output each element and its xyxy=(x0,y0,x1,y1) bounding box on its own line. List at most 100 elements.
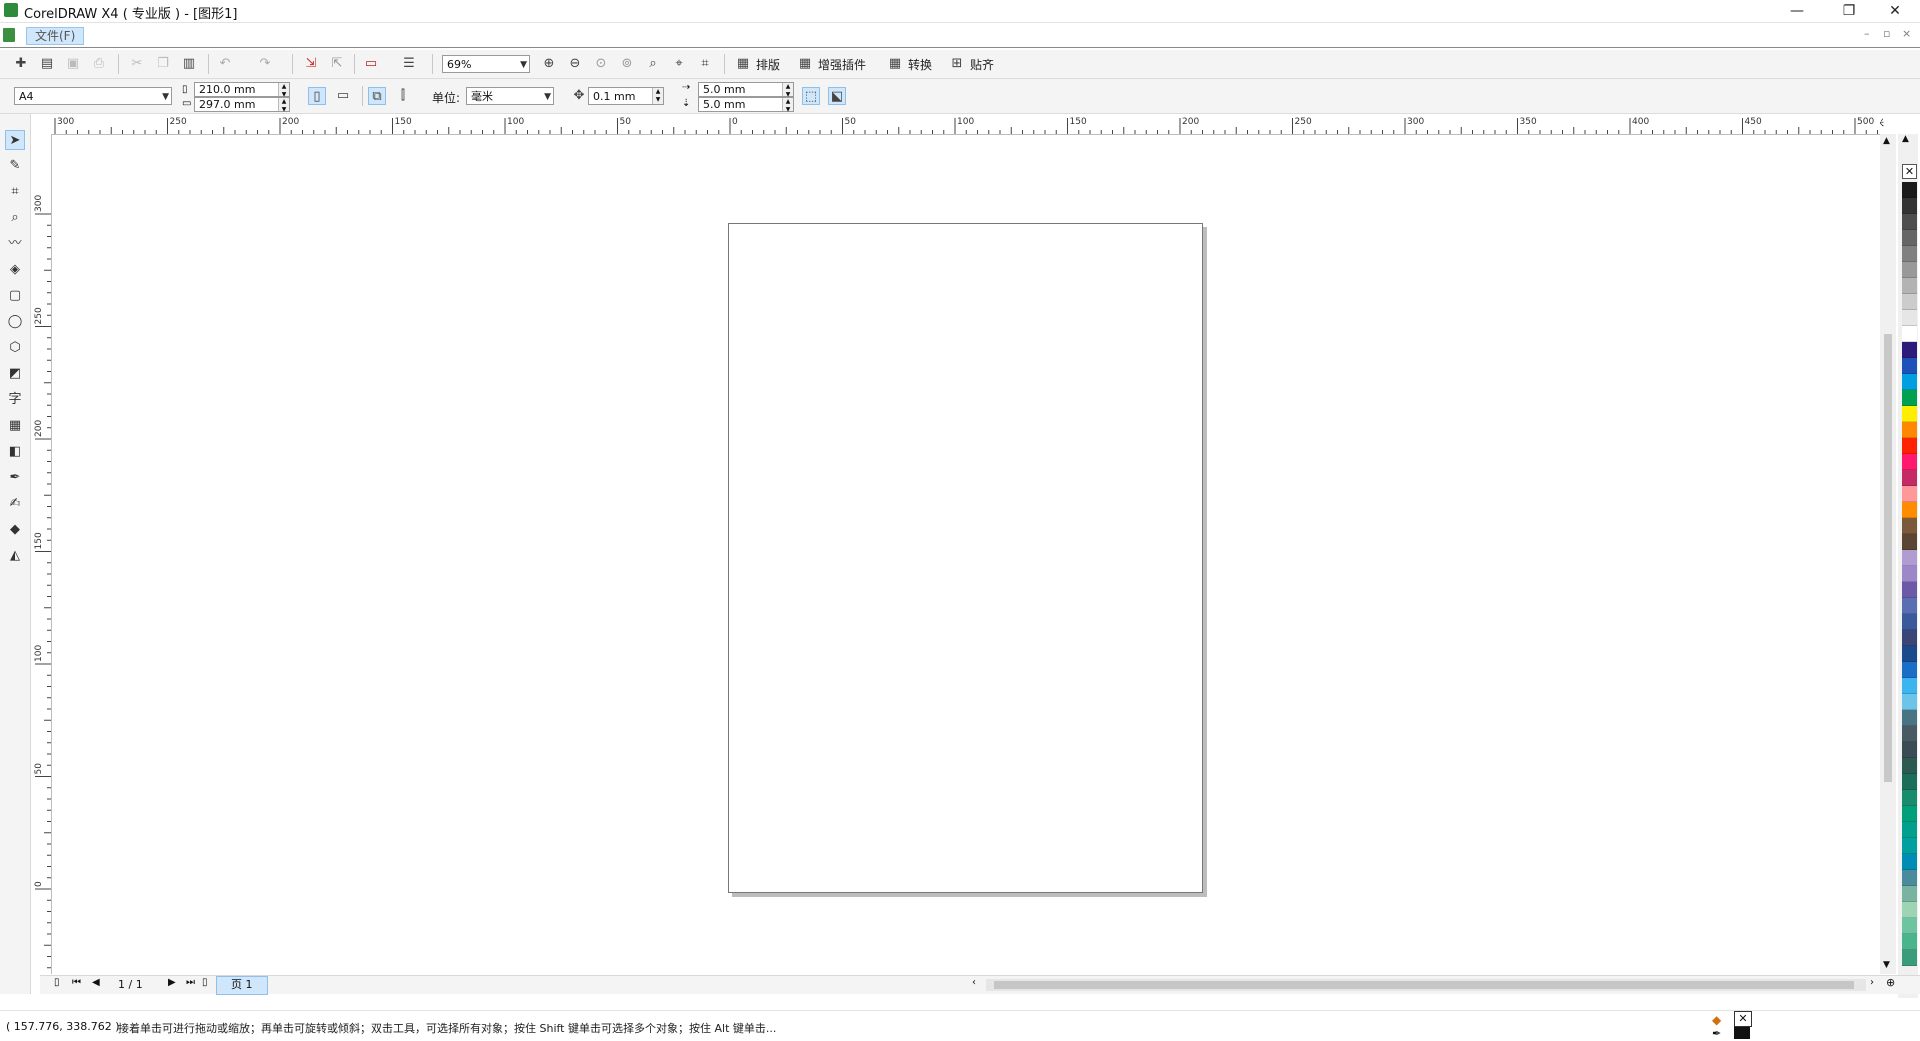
mdi-close-button[interactable]: × xyxy=(1902,27,1911,40)
color-swatch[interactable] xyxy=(1902,246,1917,262)
new-icon[interactable]: ✚ xyxy=(12,55,30,73)
mdi-restore-button[interactable]: ▫ xyxy=(1883,27,1890,40)
last-page-icon[interactable]: ⏭ xyxy=(186,977,195,988)
rectangle-tool-icon[interactable]: ▢ xyxy=(5,286,25,306)
zoom-selected-icon[interactable]: ⊙ xyxy=(592,55,610,73)
color-swatch[interactable] xyxy=(1902,614,1917,630)
color-swatch[interactable] xyxy=(1902,854,1917,870)
color-swatch[interactable] xyxy=(1902,278,1917,294)
units-select[interactable]: 毫米 ▼ xyxy=(466,87,554,105)
color-swatch[interactable] xyxy=(1902,358,1917,374)
window-minimize-button[interactable]: — xyxy=(1774,0,1820,22)
cut-icon[interactable]: ✂ xyxy=(128,55,146,73)
color-swatch[interactable] xyxy=(1902,262,1917,278)
vertical-scrollbar-thumb[interactable] xyxy=(1884,334,1892,782)
spinner-icon[interactable]: ▲ ▼ xyxy=(782,98,793,113)
color-swatch[interactable] xyxy=(1902,550,1917,566)
color-swatch[interactable] xyxy=(1902,422,1917,438)
scroll-left-icon[interactable]: ‹ xyxy=(972,977,976,988)
color-swatch[interactable] xyxy=(1902,502,1917,518)
page-tab[interactable]: 页 1 xyxy=(216,976,268,995)
zoom-tool-icon[interactable]: ⌕ xyxy=(5,208,25,228)
color-swatch[interactable] xyxy=(1902,806,1917,822)
draw-objects-icon[interactable]: ⬕ xyxy=(828,87,846,105)
color-swatch[interactable] xyxy=(1902,326,1917,342)
interactive-fill-tool-icon[interactable]: ◭ xyxy=(5,546,25,566)
spinner-icon[interactable]: ▲ ▼ xyxy=(652,88,663,104)
color-swatch[interactable] xyxy=(1902,454,1917,470)
color-swatch[interactable] xyxy=(1902,198,1917,214)
previous-page-icon[interactable]: ◀ xyxy=(92,977,100,988)
color-swatch[interactable] xyxy=(1902,582,1917,598)
portrait-icon[interactable]: ▯ xyxy=(308,87,326,105)
ruler-origin[interactable] xyxy=(31,114,40,134)
color-swatch[interactable] xyxy=(1902,518,1917,534)
crop-tool-icon[interactable]: ⌗ xyxy=(5,182,25,202)
navigator-zoom-icon[interactable]: ⊕ xyxy=(1886,976,1895,989)
convert-button[interactable]: 转换 xyxy=(908,56,932,73)
color-swatch[interactable] xyxy=(1902,294,1917,310)
polygon-tool-icon[interactable]: ⬡ xyxy=(5,338,25,358)
color-swatch[interactable] xyxy=(1902,390,1917,406)
add-page-after-icon[interactable]: ▯ xyxy=(202,977,208,988)
print-icon[interactable]: ⎙ xyxy=(90,55,108,73)
scroll-right-icon[interactable]: › xyxy=(1870,977,1874,988)
landscape-icon[interactable]: ▭ xyxy=(334,87,352,105)
palette-scroll-up-icon[interactable]: ▲ xyxy=(1902,134,1909,144)
horizontal-scrollbar[interactable] xyxy=(986,979,1866,991)
text-tool-icon[interactable]: 字 xyxy=(5,390,25,410)
color-swatch[interactable] xyxy=(1902,566,1917,582)
paste-icon[interactable]: ▥ xyxy=(180,55,198,73)
window-restore-button[interactable]: ❐ xyxy=(1826,0,1872,22)
scroll-up-icon[interactable]: ▲ xyxy=(1883,136,1890,146)
color-swatch[interactable] xyxy=(1902,182,1917,198)
save-icon[interactable]: ▣ xyxy=(64,55,82,73)
fill-indicator-icon[interactable]: ◆ xyxy=(1712,1013,1721,1027)
all-pages-icon[interactable]: ⧉ xyxy=(368,87,386,105)
next-page-icon[interactable]: ▶ xyxy=(168,977,176,988)
zoom-page-height-icon[interactable]: ⌗ xyxy=(696,55,714,73)
ellipse-tool-icon[interactable]: ◯ xyxy=(5,312,25,332)
eyedropper-tool-icon[interactable]: ✒ xyxy=(5,468,25,488)
color-swatch[interactable] xyxy=(1902,646,1917,662)
basic-shapes-tool-icon[interactable]: ◩ xyxy=(5,364,25,384)
align-button[interactable]: 贴齐 xyxy=(970,56,994,73)
color-swatch[interactable] xyxy=(1902,838,1917,854)
duplicate-y-input[interactable]: 5.0 mm ▲ ▼ xyxy=(698,97,794,113)
color-swatch[interactable] xyxy=(1902,742,1917,758)
open-icon[interactable]: ▤ xyxy=(38,55,56,73)
fill-tool-icon[interactable]: ◆ xyxy=(5,520,25,540)
treat-as-filled-icon[interactable]: ⬚ xyxy=(802,87,820,105)
color-swatch[interactable] xyxy=(1902,950,1917,966)
mdi-minimize-button[interactable]: – xyxy=(1864,27,1870,40)
vertical-scrollbar[interactable]: ▲ ▼ xyxy=(1880,134,1896,974)
color-swatch[interactable] xyxy=(1902,710,1917,726)
undo-icon[interactable]: ↶ xyxy=(216,55,234,73)
color-swatch[interactable] xyxy=(1902,662,1917,678)
no-fill-indicator-icon[interactable]: ✕ xyxy=(1734,1011,1752,1027)
color-swatch[interactable] xyxy=(1902,918,1917,934)
zoom-level-select[interactable]: 69% ▼ xyxy=(442,55,530,73)
shape-tool-icon[interactable]: ✎ xyxy=(5,156,25,176)
add-page-before-icon[interactable]: ▯ xyxy=(54,977,60,988)
smart-fill-tool-icon[interactable]: ◈ xyxy=(5,260,25,280)
color-swatch[interactable] xyxy=(1902,486,1917,502)
outline-color-swatch[interactable] xyxy=(1734,1027,1750,1039)
color-swatch[interactable] xyxy=(1902,230,1917,246)
color-swatch[interactable] xyxy=(1902,758,1917,774)
color-swatch[interactable] xyxy=(1902,374,1917,390)
color-swatch[interactable] xyxy=(1902,342,1917,358)
zoom-all-objects-icon[interactable]: ⊚ xyxy=(618,55,636,73)
color-swatch[interactable] xyxy=(1902,694,1917,710)
color-swatch[interactable] xyxy=(1902,534,1917,550)
color-swatch[interactable] xyxy=(1902,310,1917,326)
drawing-canvas[interactable] xyxy=(52,135,1880,974)
color-swatch[interactable] xyxy=(1902,726,1917,742)
application-launcher-icon[interactable]: ▭ xyxy=(362,55,380,73)
redo-icon[interactable]: ↷ xyxy=(256,55,274,73)
vertical-ruler[interactable]: 300 250 200 150 100 50 0 xyxy=(31,134,52,974)
color-swatch[interactable] xyxy=(1902,678,1917,694)
document-icon[interactable] xyxy=(3,28,15,42)
color-swatch[interactable] xyxy=(1902,774,1917,790)
spinner-icon[interactable]: ▲ ▼ xyxy=(278,98,289,113)
